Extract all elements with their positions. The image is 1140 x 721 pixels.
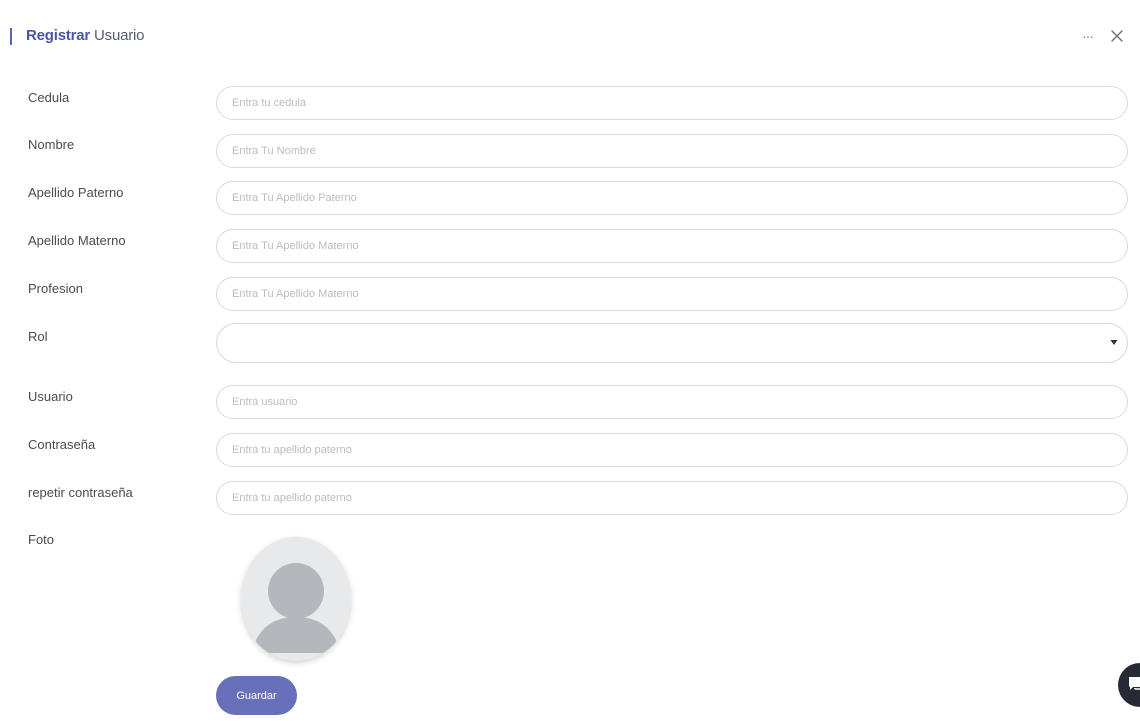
more-horizontal-icon[interactable]: ··· xyxy=(1082,28,1098,44)
title-strong: Registrar xyxy=(26,27,91,44)
apellido-materno-input[interactable] xyxy=(216,229,1128,263)
modal-header: Registrar Usuario ··· xyxy=(0,0,1140,70)
cedula-input[interactable] xyxy=(216,86,1128,120)
profesion-label: Profesion xyxy=(28,281,83,296)
chat-icon xyxy=(1129,677,1140,690)
chevron-down-icon xyxy=(1110,340,1118,345)
nombre-input[interactable] xyxy=(216,134,1128,168)
close-icon[interactable] xyxy=(1108,27,1126,45)
page-title: Registrar Usuario xyxy=(26,26,145,46)
user-placeholder-icon xyxy=(251,563,341,653)
contrasena-label: Contraseña xyxy=(28,437,96,452)
nombre-label: Nombre xyxy=(28,137,75,152)
contrasena-input[interactable] xyxy=(216,433,1128,467)
apellido-paterno-input[interactable] xyxy=(216,181,1128,215)
chat-button[interactable] xyxy=(1118,663,1140,707)
apellido-materno-label: Apellido Materno xyxy=(28,233,126,248)
rol-label: Rol xyxy=(28,329,48,344)
profesion-input[interactable] xyxy=(216,277,1128,311)
usuario-input[interactable] xyxy=(216,385,1128,419)
save-button[interactable]: Guardar xyxy=(216,676,297,715)
usuario-label: Usuario xyxy=(28,389,73,404)
rol-select[interactable] xyxy=(216,323,1128,363)
title-rest: Usuario xyxy=(90,27,145,44)
cedula-label: Cedula xyxy=(28,90,70,105)
repetir-contrasena-label: repetir contraseña xyxy=(28,485,133,500)
foto-label: Foto xyxy=(28,532,55,547)
title-accent-bar xyxy=(10,28,12,45)
apellido-paterno-label: Apellido Paterno xyxy=(28,185,124,200)
photo-upload-avatar[interactable] xyxy=(241,537,351,661)
repetir-contrasena-input[interactable] xyxy=(216,481,1128,515)
